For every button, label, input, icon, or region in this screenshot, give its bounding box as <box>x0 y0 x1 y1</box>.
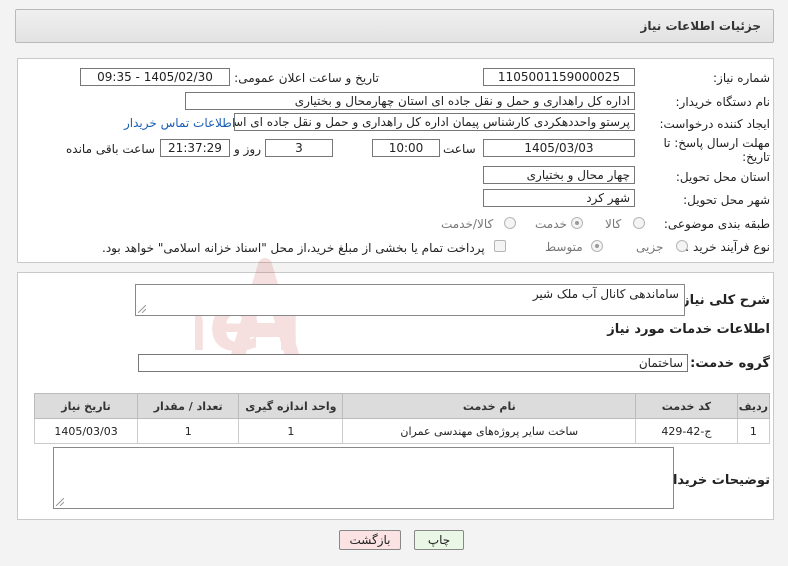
need-info-panel <box>17 58 774 263</box>
table-header-row: ردیف کد خدمت نام خدمت واحد اندازه گیری ت… <box>33 393 771 419</box>
print-button[interactable]: چاپ <box>414 530 464 550</box>
province-field: چهار محال و بختیاری <box>483 166 635 184</box>
days-remaining-field: 3 <box>265 139 333 157</box>
col-unit: واحد اندازه گیری <box>238 393 344 419</box>
deadline-date-field: 1405/03/03 <box>483 139 635 157</box>
category-option-goods: کالا <box>605 217 622 231</box>
services-table: ردیف کد خدمت نام خدمت واحد اندازه گیری ت… <box>33 393 771 444</box>
announce-field: 1405/02/30 - 09:35 <box>80 68 230 86</box>
treasury-checkbox[interactable] <box>494 240 506 252</box>
col-need-date: تاریخ نیاز <box>33 393 139 419</box>
buyer-notes-label: توضیحات خریدار: <box>660 473 770 488</box>
services-section-title: اطلاعات خدمات مورد نیاز <box>607 322 770 337</box>
col-row-number: ردیف <box>736 393 771 419</box>
days-label: روز و <box>234 142 261 156</box>
category-radio-goods-service[interactable] <box>504 217 516 229</box>
description-label: شرح کلی نیاز: <box>676 293 770 308</box>
page-title: جزئیات اطلاعات نیاز <box>640 19 761 33</box>
category-radio-goods[interactable] <box>633 217 645 229</box>
province-label: استان محل تحویل: <box>675 170 770 184</box>
time-remaining-field: 21:37:29 <box>160 139 230 157</box>
page-header: جزئیات اطلاعات نیاز <box>15 9 774 43</box>
requester-label: ایجاد کننده درخواست: <box>659 117 770 131</box>
resize-grip-icon[interactable] <box>56 498 64 506</box>
resize-grip-icon[interactable] <box>138 305 146 313</box>
category-option-goods-service: کالا/خدمت <box>441 217 494 231</box>
cell-unit: 1 <box>238 418 344 444</box>
time-remaining-label: ساعت باقی مانده <box>66 142 156 156</box>
city-label: شهر محل تحویل: <box>683 193 770 207</box>
deadline-label-line2: تاریخ: <box>742 150 770 164</box>
cell-quantity: 1 <box>137 418 240 444</box>
table-row: 1 ج-42-429 ساخت سایر پروژه‌های مهندسی عم… <box>33 418 771 444</box>
buyer-contact-link[interactable]: اطلاعات تماس خریدار <box>124 116 235 130</box>
treasury-note: پرداخت تمام یا بخشی از مبلغ خرید،از محل … <box>102 241 485 255</box>
col-quantity: تعداد / مقدار <box>137 393 240 419</box>
cell-row-number: 1 <box>736 418 771 444</box>
description-textarea[interactable]: ساماندهی کانال آب ملک شیر <box>135 284 685 316</box>
purchase-type-label: نوع فرآیند خرید : <box>685 240 770 254</box>
deadline-time-label: ساعت <box>443 142 476 156</box>
category-radio-service[interactable] <box>571 217 583 229</box>
description-text: ساماندهی کانال آب ملک شیر <box>532 287 679 301</box>
buyer-org-field: اداره کل راهداری و حمل و نقل جاده ای است… <box>185 92 635 110</box>
back-button[interactable]: بازگشت <box>339 530 401 550</box>
category-label: طبقه بندی موضوعی: <box>663 217 770 231</box>
announce-label: تاریخ و ساعت اعلان عمومی: <box>234 71 379 85</box>
purchase-radio-medium[interactable] <box>591 240 603 252</box>
requester-field: پرستو واحددهکردی کارشناس پیمان اداره کل … <box>234 113 635 131</box>
deadline-time-field: 10:00 <box>372 139 440 157</box>
cell-service-name: ساخت سایر پروژه‌های مهندسی عمران <box>342 418 637 444</box>
service-group-field: ساختمان <box>138 354 688 372</box>
deadline-label-line1: مهلت ارسال پاسخ: تا <box>663 136 770 150</box>
cell-service-code: ج-42-429 <box>635 418 738 444</box>
col-service-name: نام خدمت <box>342 393 637 419</box>
col-service-code: کد خدمت <box>635 393 738 419</box>
purchase-option-medium: متوسط <box>545 240 583 254</box>
buyer-org-label: نام دستگاه خریدار: <box>675 95 771 109</box>
cell-need-date: 1405/03/03 <box>33 418 139 444</box>
service-group-label: گروه خدمت: <box>690 356 770 371</box>
need-number-label: شماره نیاز: <box>713 71 770 85</box>
purchase-radio-minor[interactable] <box>676 240 688 252</box>
buyer-notes-textarea[interactable] <box>53 447 674 509</box>
purchase-option-minor: جزیی <box>636 240 664 254</box>
city-field: شهر کرد <box>483 189 635 207</box>
need-number-field: 1105001159000025 <box>483 68 635 86</box>
category-option-service: خدمت <box>535 217 567 231</box>
